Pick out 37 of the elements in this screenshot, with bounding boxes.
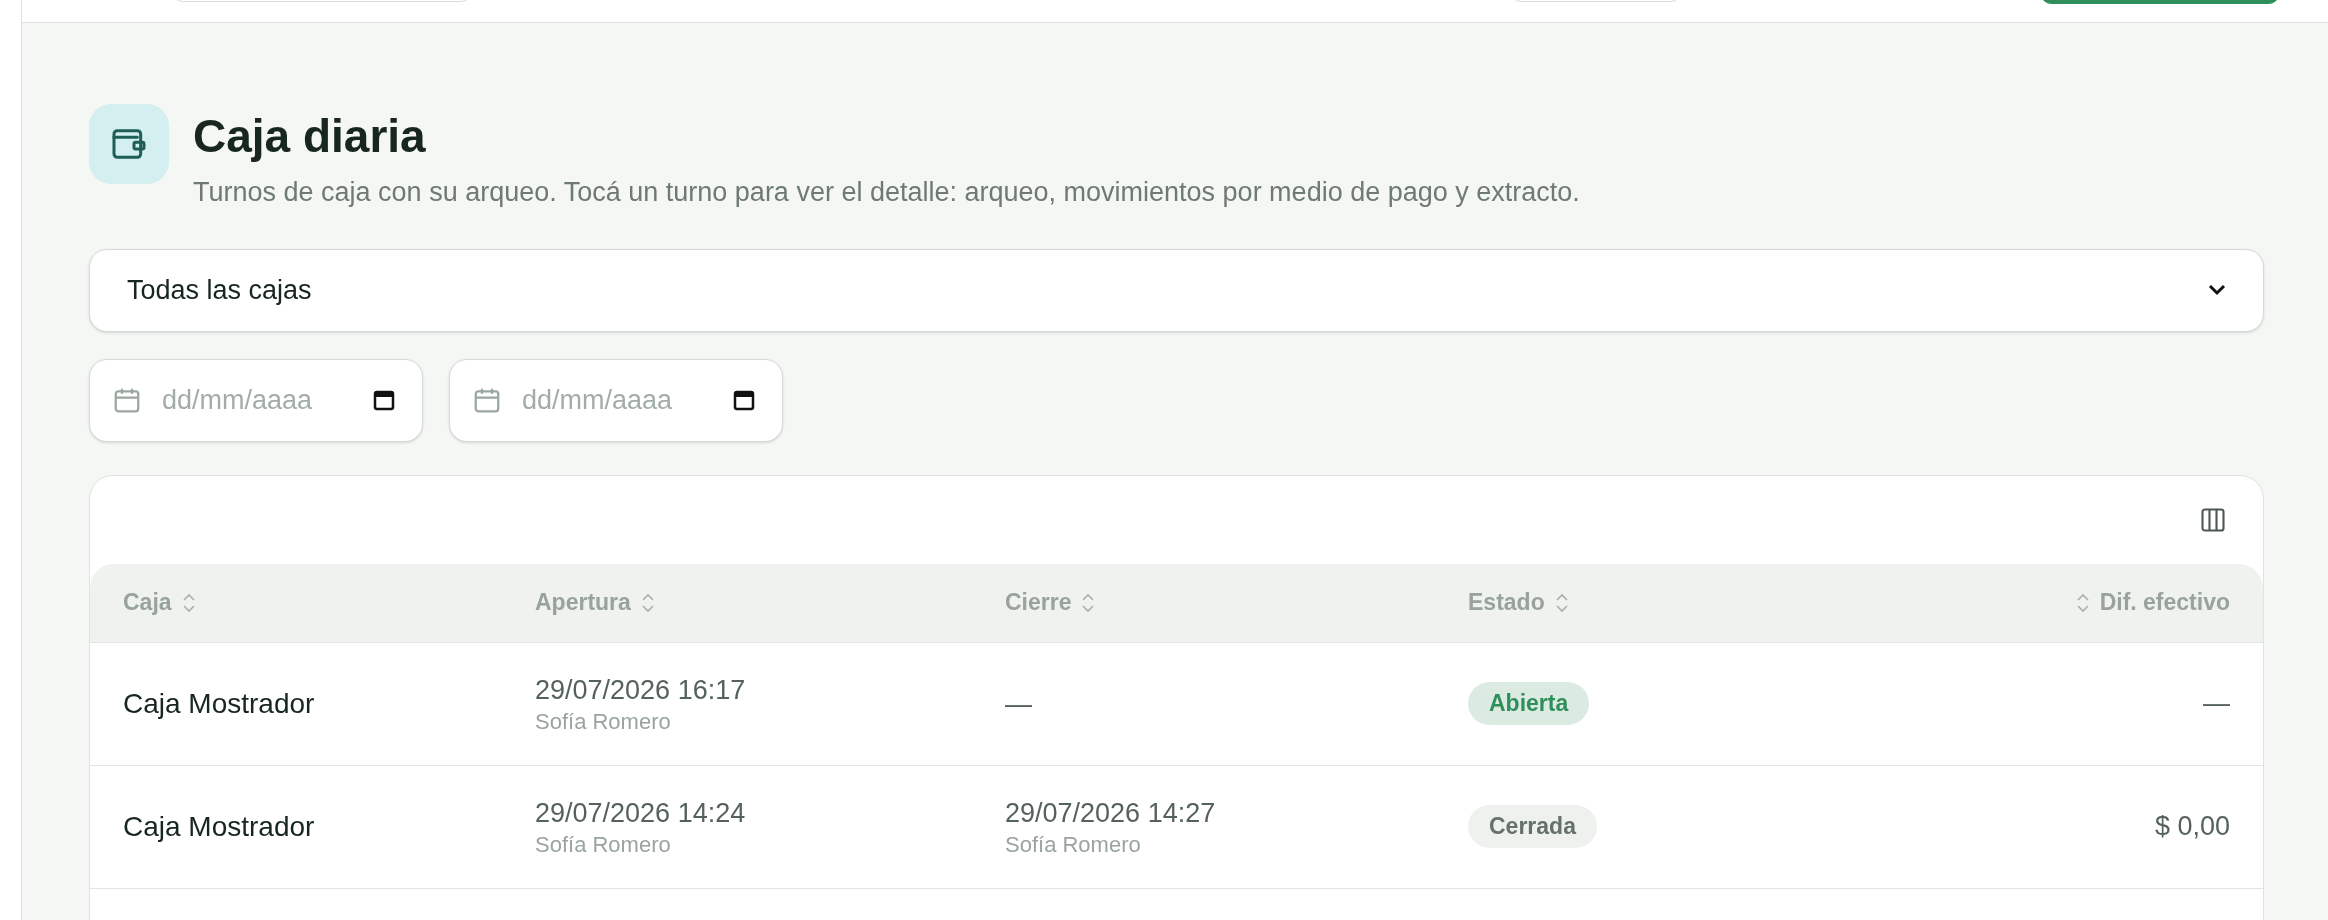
chevron-down-icon	[2208, 284, 2226, 296]
status-badge: Cerrada	[1468, 805, 1597, 848]
status-badge: Abierta	[1468, 682, 1590, 725]
calendar-picker-icon[interactable]	[372, 388, 396, 412]
calendar-picker-icon[interactable]	[732, 388, 756, 412]
register-name: Caja Mostrador	[123, 687, 315, 719]
date-placeholder: dd/mm/aaaa	[162, 383, 314, 417]
date-time-text: 29/07/2026 14:27	[1005, 796, 1217, 830]
column-header[interactable]: Estado	[1468, 585, 1545, 620]
date-field[interactable]: dd/mm/aaaa	[449, 358, 783, 442]
user-name-text: Sofía Romero	[1005, 830, 1142, 859]
date-time-text: —	[1005, 687, 1033, 721]
cash-difference: —	[2203, 687, 2230, 721]
column-header[interactable]: Caja	[123, 585, 172, 620]
sort-icon	[1081, 591, 1096, 614]
user-name-text: Sofía Romero	[535, 707, 672, 736]
table-row[interactable]: Caja Mostrador 29/07/2026 14:24 Sofía Romero 29/07/2026 14:27 Sofía Romero Cerrada $ 0,00	[90, 765, 2263, 889]
date-placeholder: dd/mm/aaaa	[522, 383, 674, 417]
wallet-icon	[89, 104, 169, 184]
table-row[interactable]: Caja Mostrador 29/07/2026 16:17 Sofía Romero — Abierta —	[90, 642, 2263, 766]
user-name-text: Sofía Romero	[535, 830, 672, 859]
column-header[interactable]: Dif. efectivo	[2099, 585, 2230, 620]
column-header[interactable]: Cierre	[1005, 585, 1072, 620]
column-header[interactable]: Apertura	[535, 585, 631, 620]
sort-icon	[2075, 591, 2090, 614]
date-time-text: 29/07/2026 16:17	[535, 673, 747, 707]
sort-icon	[640, 591, 655, 614]
register-select[interactable]: Todas las cajas	[89, 248, 2264, 332]
page-title: Caja diaria	[193, 109, 427, 164]
sort-icon	[181, 591, 196, 614]
date-time-text: 29/07/2026 14:24	[535, 796, 747, 830]
page-description: Turnos de caja con su arqueo. Tocá un turno para ver el detalle: arqueo, movimientos por medio de pago y extracto.	[193, 176, 1580, 209]
cash-difference: $ 0,00	[2154, 810, 2230, 844]
register-name: Caja Mostrador	[123, 810, 315, 842]
date-field[interactable]: dd/mm/aaaa	[89, 358, 423, 442]
columns-icon[interactable]	[2199, 505, 2227, 534]
sort-icon	[1554, 591, 1569, 614]
